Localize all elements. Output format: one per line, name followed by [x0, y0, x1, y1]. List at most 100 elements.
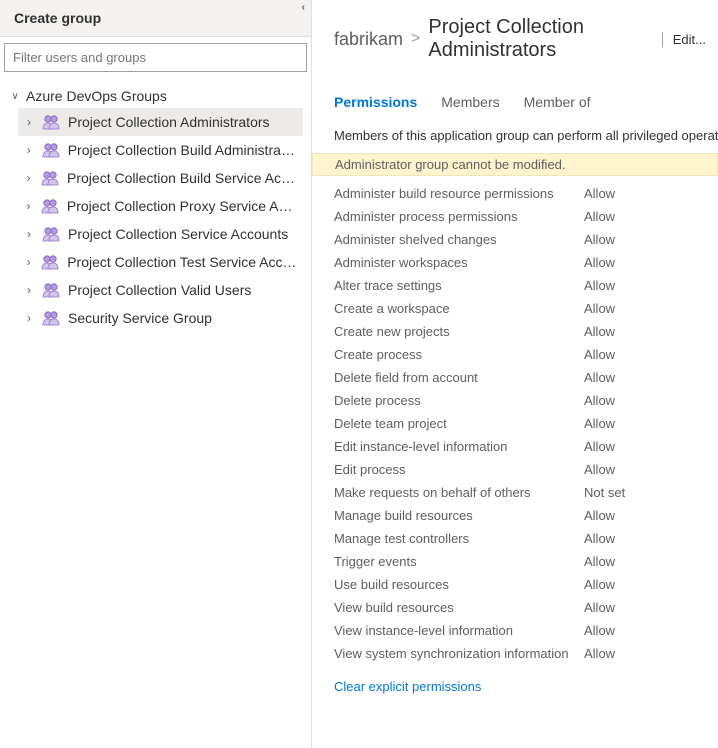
permissions-table: Administer build resource permissionsAll… — [312, 182, 718, 665]
filter-input[interactable] — [4, 43, 307, 72]
left-panel: Create group ‹ Azure DevOps Groups Proje… — [0, 0, 312, 748]
group-icon — [42, 309, 60, 327]
tree-item-label: Project Collection Build Service Account… — [67, 170, 297, 186]
permission-value[interactable]: Allow — [584, 347, 615, 362]
permission-value[interactable]: Allow — [584, 416, 615, 431]
permission-name: Delete process — [334, 393, 584, 408]
tab[interactable]: Permissions — [334, 94, 417, 114]
tree-item-label: Project Collection Service Accounts — [68, 226, 288, 242]
tree-item-label: Project Collection Proxy Service Account… — [67, 198, 297, 214]
tree-item-label: Security Service Group — [68, 310, 212, 326]
permission-row[interactable]: Trigger eventsAllow — [334, 550, 696, 573]
tree-root-label: Azure DevOps Groups — [26, 88, 167, 104]
tree-item[interactable]: Project Collection Valid Users — [18, 276, 303, 304]
permission-row[interactable]: Edit instance-level informationAllow — [334, 435, 696, 458]
tree-item-label: Project Collection Build Administrators — [68, 142, 297, 158]
tree-item-label: Project Collection Administrators — [68, 114, 270, 130]
permission-value[interactable]: Not set — [584, 485, 625, 500]
permission-name: Alter trace settings — [334, 278, 584, 293]
group-description: Members of this application group can pe… — [312, 128, 718, 153]
tree-item[interactable]: Project Collection Build Service Account… — [18, 164, 303, 192]
breadcrumb: fabrikam > Project Collection Administra… — [312, 0, 718, 70]
chevron-right-icon — [24, 115, 34, 129]
permission-row[interactable]: Manage test controllersAllow — [334, 527, 696, 550]
permission-row[interactable]: Administer workspacesAllow — [334, 251, 696, 274]
permission-value[interactable]: Allow — [584, 232, 615, 247]
edit-button[interactable]: Edit... — [662, 32, 706, 47]
permission-row[interactable]: Manage build resourcesAllow — [334, 504, 696, 527]
permission-row[interactable]: View instance-level informationAllow — [334, 619, 696, 642]
permission-row[interactable]: Use build resourcesAllow — [334, 573, 696, 596]
permission-row[interactable]: Create new projectsAllow — [334, 320, 696, 343]
breadcrumb-sep: > — [411, 30, 420, 48]
permission-row[interactable]: Administer shelved changesAllow — [334, 228, 696, 251]
permission-row[interactable]: Create processAllow — [334, 343, 696, 366]
permission-name: Create new projects — [334, 324, 584, 339]
chevron-right-icon — [24, 227, 34, 241]
permission-name: Trigger events — [334, 554, 584, 569]
permission-value[interactable]: Allow — [584, 508, 615, 523]
permission-name: Manage test controllers — [334, 531, 584, 546]
permission-row[interactable]: Administer process permissionsAllow — [334, 205, 696, 228]
chevron-right-icon — [24, 283, 34, 297]
permission-value[interactable]: Allow — [584, 255, 615, 270]
collapse-icon[interactable]: ‹ — [302, 2, 305, 13]
permission-value[interactable]: Allow — [584, 623, 615, 638]
tree-item[interactable]: Project Collection Test Service Accounts — [18, 248, 303, 276]
permission-name: View instance-level information — [334, 623, 584, 638]
permission-name: Create process — [334, 347, 584, 362]
breadcrumb-org[interactable]: fabrikam — [334, 29, 403, 50]
permission-name: Create a workspace — [334, 301, 584, 316]
permission-value[interactable]: Allow — [584, 393, 615, 408]
warning-banner: Administrator group cannot be modified. — [312, 153, 718, 176]
permission-value[interactable]: Allow — [584, 324, 615, 339]
group-icon — [42, 281, 60, 299]
group-icon — [42, 225, 60, 243]
tree-root-node[interactable]: Azure DevOps Groups — [8, 84, 303, 108]
permission-value[interactable]: Allow — [584, 462, 615, 477]
permission-name: View build resources — [334, 600, 584, 615]
create-group-button[interactable]: Create group ‹ — [0, 0, 311, 37]
clear-permissions-link[interactable]: Clear explicit permissions — [312, 665, 503, 708]
tree-item[interactable]: Security Service Group — [18, 304, 303, 332]
permission-value[interactable]: Allow — [584, 301, 615, 316]
tree-item[interactable]: Project Collection Service Accounts — [18, 220, 303, 248]
permission-name: Administer build resource permissions — [334, 186, 584, 201]
permission-row[interactable]: Delete processAllow — [334, 389, 696, 412]
tree-item[interactable]: Project Collection Build Administrators — [18, 136, 303, 164]
chevron-right-icon — [24, 143, 34, 157]
permission-row[interactable]: Delete field from accountAllow — [334, 366, 696, 389]
permission-value[interactable]: Allow — [584, 278, 615, 293]
right-panel: fabrikam > Project Collection Administra… — [312, 0, 718, 748]
group-icon — [41, 169, 59, 187]
permission-value[interactable]: Allow — [584, 186, 615, 201]
group-icon — [42, 141, 60, 159]
permission-value[interactable]: Allow — [584, 600, 615, 615]
permission-name: Administer workspaces — [334, 255, 584, 270]
permission-row[interactable]: Create a workspaceAllow — [334, 297, 696, 320]
tree-item[interactable]: Project Collection Proxy Service Account… — [18, 192, 303, 220]
permission-value[interactable]: Allow — [584, 439, 615, 454]
permission-row[interactable]: Edit processAllow — [334, 458, 696, 481]
chevron-down-icon — [10, 91, 20, 102]
permission-name: Administer shelved changes — [334, 232, 584, 247]
permission-row[interactable]: Administer build resource permissionsAll… — [334, 182, 696, 205]
permission-row[interactable]: Delete team projectAllow — [334, 412, 696, 435]
tab[interactable]: Members — [441, 94, 499, 114]
tab[interactable]: Member of — [524, 94, 591, 114]
tree-item-label: Project Collection Valid Users — [68, 282, 251, 298]
permission-value[interactable]: Allow — [584, 531, 615, 546]
permission-row[interactable]: Alter trace settingsAllow — [334, 274, 696, 297]
permission-value[interactable]: Allow — [584, 554, 615, 569]
permission-row[interactable]: View system synchronization informationA… — [334, 642, 696, 665]
permission-value[interactable]: Allow — [584, 577, 615, 592]
permission-row[interactable]: Make requests on behalf of othersNot set — [334, 481, 696, 504]
permission-name: Use build resources — [334, 577, 584, 592]
permission-name: Make requests on behalf of others — [334, 485, 584, 500]
permission-value[interactable]: Allow — [584, 209, 615, 224]
permission-value[interactable]: Allow — [584, 646, 615, 661]
tree-item[interactable]: Project Collection Administrators — [18, 108, 303, 136]
permission-name: View system synchronization information — [334, 646, 584, 661]
permission-row[interactable]: View build resourcesAllow — [334, 596, 696, 619]
permission-value[interactable]: Allow — [584, 370, 615, 385]
